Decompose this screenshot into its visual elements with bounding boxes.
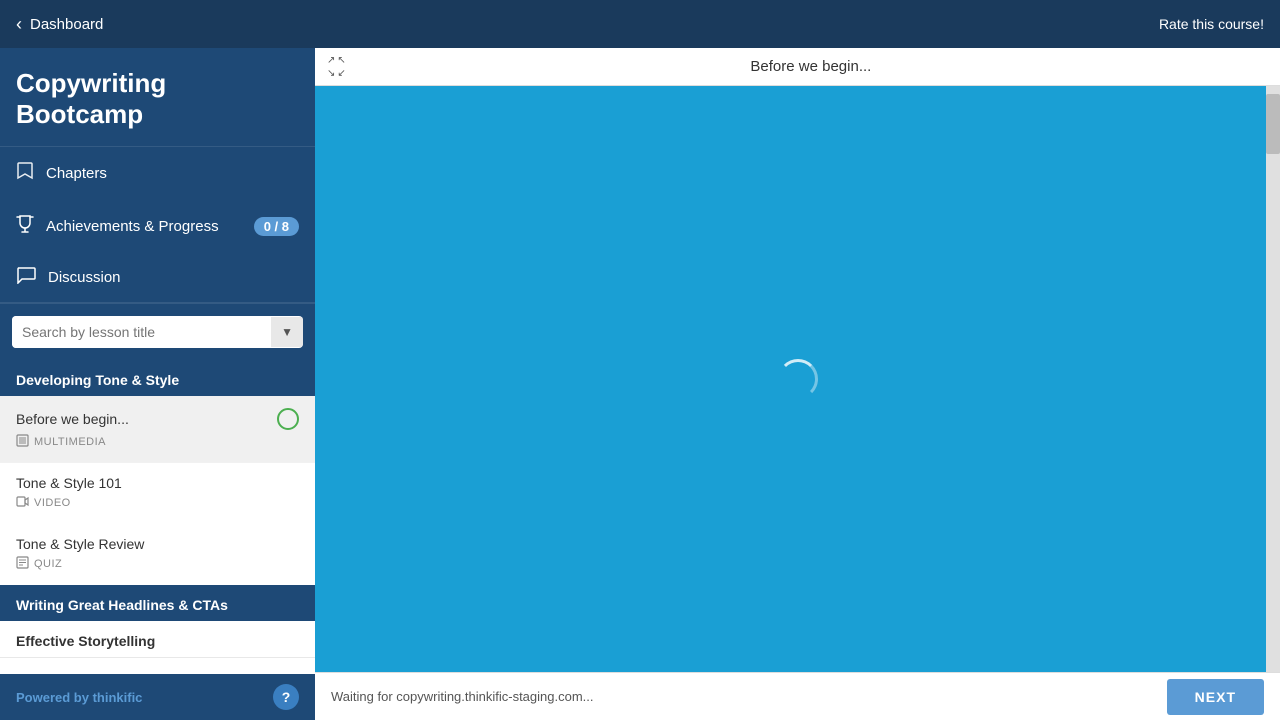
achievements-badge: 0 / 8 [254, 217, 299, 236]
powered-by-bar: Powered by thinkific ? [0, 674, 315, 720]
chapter-headlines: Writing Great Headlines & CTAs [0, 585, 315, 621]
chat-icon [16, 266, 36, 288]
lesson-before-we-begin[interactable]: Before we begin... MULTIMEDIA [0, 396, 315, 463]
lesson-tone-style-101[interactable]: Tone & Style 101 VIDEO [0, 463, 315, 524]
video-toolbar: ↗ ↖ ↘ ↙ Before we begin... [315, 48, 1280, 86]
expand-topleft-icon: ↗ [327, 55, 335, 66]
main-layout: Copywriting Bootcamp Chapters Ach [0, 48, 1280, 720]
sidebar-item-achievements[interactable]: Achievements & Progress 0 / 8 [0, 200, 315, 252]
lesson-type: QUIZ [16, 556, 299, 572]
bottom-bar: Waiting for copywriting.thinkific-stagin… [315, 672, 1280, 720]
dashboard-link[interactable]: Dashboard [30, 16, 103, 33]
discussion-label: Discussion [48, 269, 121, 286]
lesson-tone-style-review[interactable]: Tone & Style Review QUIZ [0, 524, 315, 585]
status-text: Waiting for copywriting.thinkific-stagin… [331, 689, 594, 704]
quiz-icon [16, 556, 29, 572]
rate-course-button[interactable]: Rate this course! [1159, 16, 1264, 32]
next-button[interactable]: NEXT [1167, 679, 1264, 715]
search-wrapper: ▼ [12, 316, 303, 348]
search-container: ▼ [0, 304, 315, 360]
search-dropdown-button[interactable]: ▼ [271, 317, 303, 347]
search-input[interactable] [12, 316, 271, 348]
lesson-title: Before we begin... [16, 408, 299, 430]
loading-spinner [778, 359, 818, 399]
top-bar: ‹ Dashboard Rate this course! [0, 0, 1280, 48]
expand-bottomleft-icon: ↘ [327, 68, 335, 79]
expand-button[interactable]: ↗ ↖ ↘ ↙ [327, 55, 346, 79]
expand-bottomright-icon: ↙ [337, 68, 345, 79]
back-button[interactable]: ‹ Dashboard [16, 14, 103, 35]
chapters-label: Chapters [46, 165, 107, 182]
video-title: Before we begin... [354, 58, 1268, 75]
lessons-list: Developing Tone & Style Before we begin.… [0, 360, 315, 674]
thinkific-logo: Powered by thinkific [16, 690, 142, 705]
lesson-title: Tone & Style 101 [16, 475, 299, 491]
content-area: ↗ ↖ ↘ ↙ Before we begin... Waiting for c… [315, 48, 1280, 720]
scrollbar-track[interactable] [1266, 86, 1280, 672]
chapter-storytelling: Effective Storytelling [0, 621, 315, 658]
lesson-status-circle [277, 408, 299, 430]
trophy-icon [16, 214, 34, 238]
lesson-type: VIDEO [16, 495, 299, 511]
sidebar-item-discussion[interactable]: Discussion [0, 252, 315, 303]
back-chevron-icon: ‹ [16, 14, 22, 35]
bookmark-icon [16, 161, 34, 186]
sidebar-nav: Chapters Achievements & Progress 0 / 8 [0, 147, 315, 304]
multimedia-icon [16, 434, 29, 450]
lesson-type: MULTIMEDIA [16, 434, 299, 450]
sidebar: Copywriting Bootcamp Chapters Ach [0, 48, 315, 720]
video-icon [16, 495, 29, 511]
help-button[interactable]: ? [273, 684, 299, 710]
lesson-title: Tone & Style Review [16, 536, 299, 552]
achievements-label: Achievements & Progress [46, 218, 219, 235]
chapter-developing-tone: Developing Tone & Style [0, 360, 315, 396]
video-frame [315, 86, 1280, 672]
scrollbar-thumb[interactable] [1266, 94, 1280, 154]
sidebar-item-chapters[interactable]: Chapters [0, 147, 315, 200]
expand-topright-icon: ↖ [337, 55, 345, 66]
course-title: Copywriting Bootcamp [0, 48, 315, 147]
